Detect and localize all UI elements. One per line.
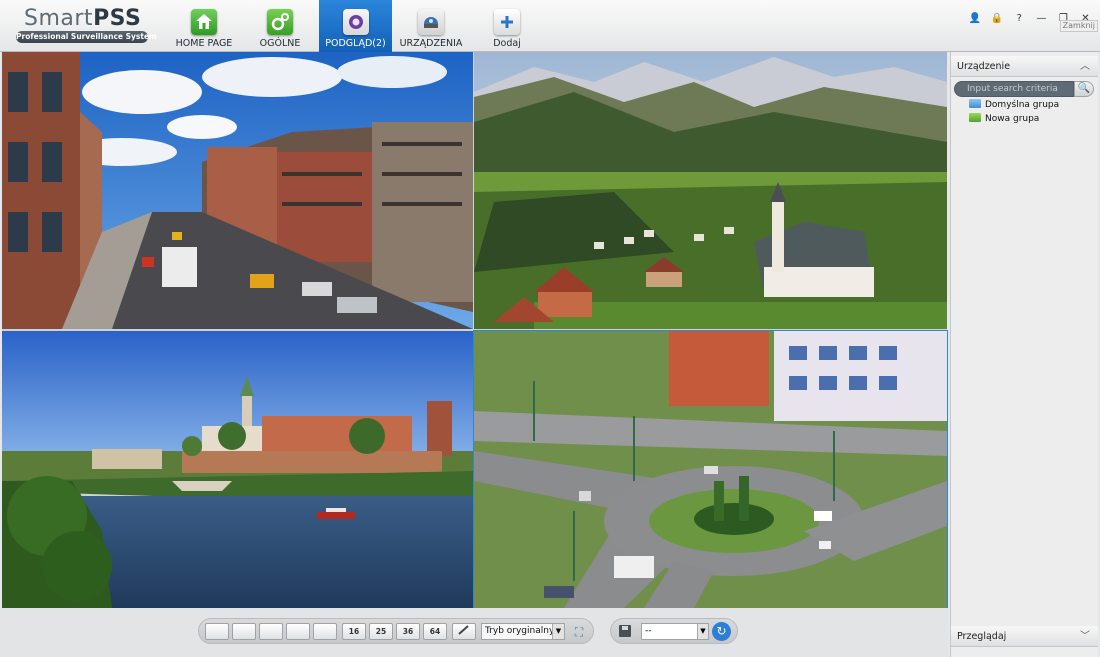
nav-live-view-label: PODGLĄD(2) — [325, 38, 386, 49]
custom-layout-button[interactable] — [452, 623, 476, 640]
nav-home-page[interactable]: HOME PAGE — [170, 0, 238, 52]
camera-view-2[interactable] — [474, 52, 947, 329]
layout-36-button[interactable]: 36 — [396, 623, 420, 640]
layout-25-button[interactable]: 25 — [369, 623, 393, 640]
nav-add-label: Dodaj — [493, 38, 521, 49]
layout-64-button[interactable]: 64 — [423, 623, 447, 640]
nav-devices-label: URZĄDZENIA — [399, 38, 463, 49]
close-tooltip: Zamknij — [1059, 20, 1098, 32]
device-panel: Urządzenie ︿ 🔍 Domyślna grupa Nowa grupa… — [950, 52, 1098, 657]
castle-river-image — [2, 331, 473, 608]
layout-4-button[interactable] — [232, 623, 256, 640]
layout-16-button[interactable]: 16 — [342, 623, 366, 640]
window-controls: 👤 🔒 ? — ❐ ✕ — [967, 6, 1094, 24]
top-bar: SmartPSS Professional Surveillance Syste… — [0, 0, 1100, 52]
gear-icon — [267, 9, 293, 35]
video-grid — [2, 52, 948, 609]
nav-home-page-label: HOME PAGE — [175, 38, 233, 49]
bottom-toolbar: 16 25 36 64 Tryb oryginalny ▼ ⛶ -- ▼ ↻ — [0, 608, 948, 657]
layout-1-button[interactable] — [205, 623, 229, 640]
display-mode-value: Tryb oryginalny — [485, 626, 555, 636]
layout-9-button[interactable] — [313, 623, 337, 640]
camera-view-4[interactable] — [473, 330, 948, 609]
refresh-icon[interactable]: ↻ — [712, 622, 731, 641]
app-logo: SmartPSS Professional Surveillance Syste… — [16, 6, 157, 44]
camera-view-1[interactable] — [2, 52, 473, 329]
save-icon[interactable] — [619, 625, 631, 637]
help-icon[interactable]: ? — [1011, 12, 1028, 26]
pencil-icon — [458, 625, 469, 635]
device-panel-title: Urządzenie — [957, 61, 1011, 72]
layout-toolbar: 16 25 36 64 Tryb oryginalny ▼ ⛶ — [198, 618, 594, 644]
add-group-icon — [969, 113, 981, 122]
chevron-down-icon: ﹀ — [1080, 631, 1090, 642]
browse-panel-title: Przeglądaj — [957, 631, 1007, 642]
roundabout-image — [474, 331, 947, 608]
nav-devices[interactable]: URZĄDZENIA — [398, 0, 464, 52]
logo-title: SmartPSS — [24, 6, 142, 31]
view-save-toolbar: -- ▼ ↻ — [610, 618, 738, 644]
device-icon — [418, 9, 444, 35]
lock-icon[interactable]: 🔒 — [989, 12, 1006, 26]
chevron-down-icon: ▼ — [552, 624, 564, 639]
saved-view-select[interactable]: -- ▼ — [641, 623, 709, 640]
chevron-down-icon: ▼ — [697, 624, 708, 639]
nav-add[interactable]: Dodaj — [478, 0, 536, 52]
display-mode-select[interactable]: Tryb oryginalny ▼ — [481, 623, 565, 640]
user-icon[interactable]: 👤 — [967, 12, 984, 26]
saved-view-value: -- — [645, 626, 652, 636]
device-search-input[interactable] — [954, 81, 1074, 97]
nav-general-label: OGÓLNE — [259, 38, 301, 49]
tree-item-default-group[interactable]: Domyślna grupa — [969, 99, 1059, 112]
minimize-icon[interactable]: — — [1033, 12, 1050, 26]
logo-subtitle: Professional Surveillance System — [16, 31, 157, 43]
fullscreen-icon[interactable]: ⛶ — [571, 624, 587, 640]
tree-item-label: Domyślna grupa — [985, 100, 1060, 110]
city-street-image — [2, 52, 473, 329]
camera-view-3[interactable] — [2, 331, 473, 608]
device-search: 🔍 — [954, 81, 1094, 97]
home-icon — [191, 9, 217, 35]
layout-6-button[interactable] — [259, 623, 283, 640]
tree-item-label: Nowa grupa — [985, 114, 1040, 124]
camera-icon — [342, 9, 369, 35]
tree-item-new-group[interactable]: Nowa grupa — [969, 113, 1039, 126]
device-panel-header[interactable]: Urządzenie ︿ — [951, 56, 1098, 77]
browse-panel-header[interactable]: Przeglądaj ﹀ — [951, 626, 1098, 647]
layout-8-button[interactable] — [286, 623, 310, 640]
chevron-up-icon: ︿ — [1080, 61, 1090, 72]
folder-icon — [969, 99, 981, 108]
search-icon[interactable]: 🔍 — [1074, 81, 1094, 97]
nav-general[interactable]: OGÓLNE — [250, 0, 310, 52]
plus-icon — [494, 9, 520, 35]
nav-live-view[interactable]: PODGLĄD(2) — [319, 0, 392, 52]
mountain-village-image — [474, 52, 947, 329]
